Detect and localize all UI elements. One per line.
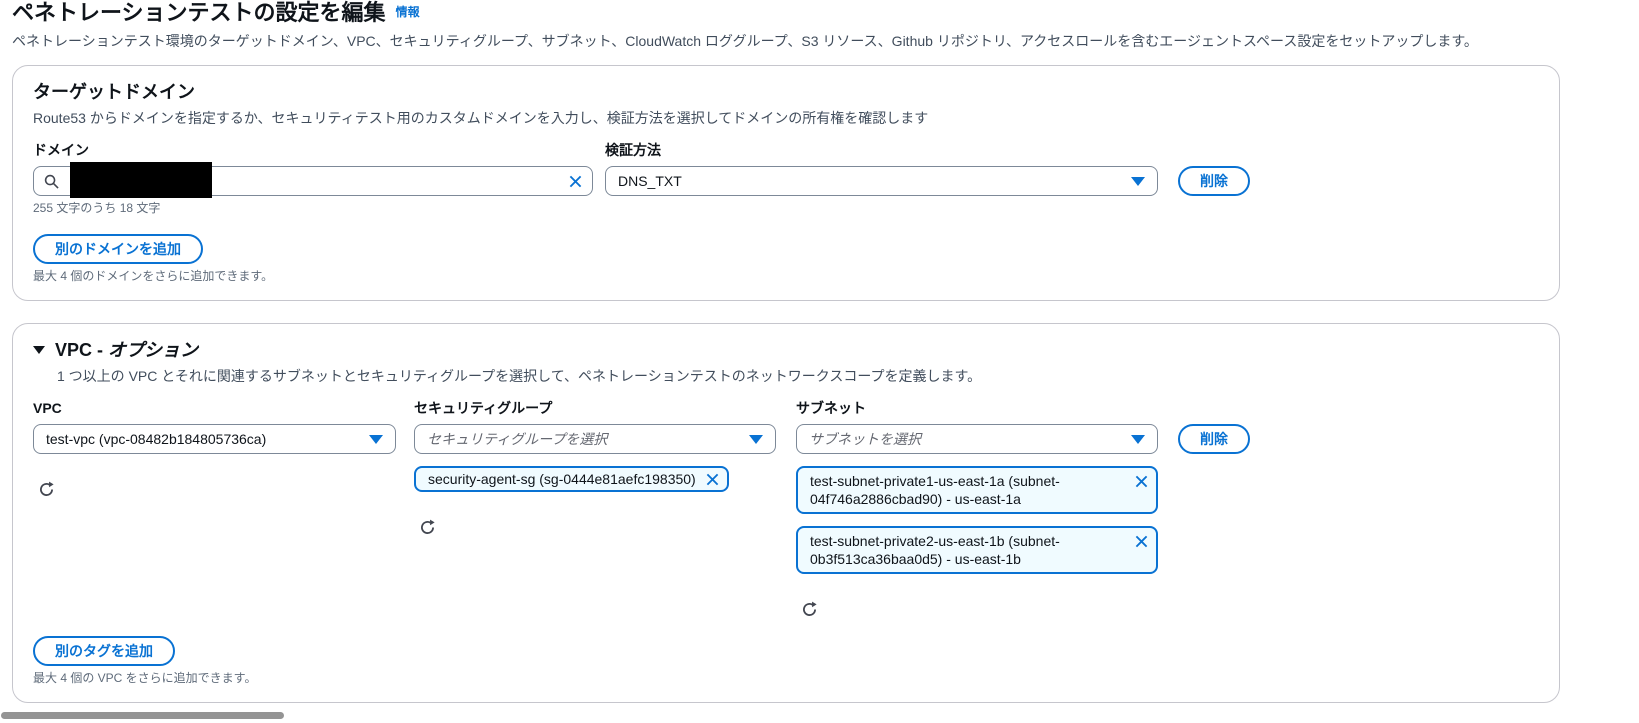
refresh-icon [803, 601, 817, 616]
search-icon [44, 174, 59, 189]
add-domain-hint: 最大 4 個のドメインをさらに追加できます。 [33, 269, 274, 283]
vpc-card: VPC - オプション 1 つ以上の VPC とそれに関連するサブネットとセキュ… [12, 323, 1560, 703]
security-group-refresh-button[interactable] [419, 519, 436, 536]
subnet-refresh-button[interactable] [801, 601, 818, 618]
vpc-section-header: VPC - オプション [33, 338, 1539, 362]
vpc-selected-value: test-vpc (vpc-08482b184805736ca) [46, 431, 267, 447]
subnet-token-1-label: test-subnet-private1-us-east-1a (subnet-… [810, 473, 1060, 507]
domain-input[interactable] [33, 162, 593, 198]
domain-form-row: ドメイン 255 文字のうち 18 文字 検証方法 DNS_TXT 削除 [33, 140, 1539, 216]
vpc-title-main: VPC - [55, 340, 109, 360]
clear-domain-icon[interactable] [569, 175, 582, 188]
collapse-triangle-icon[interactable] [33, 346, 45, 354]
add-vpc-button[interactable]: 別のタグを追加 [33, 636, 175, 666]
refresh-icon [40, 481, 54, 496]
vpc-section-description: 1 つ以上の VPC とそれに関連するサブネットとセキュリティグループを選択して… [57, 368, 982, 384]
domain-label: ドメイン [33, 142, 89, 158]
target-domain-title: ターゲットドメイン [33, 82, 195, 102]
page-title-text: ペネトレーションテストの設定を編集 [12, 0, 386, 25]
domain-char-count: 255 文字のうち 18 文字 [33, 201, 161, 215]
page-title: ペネトレーションテストの設定を編集 情報 [12, 0, 1627, 28]
subnet-token-1: test-subnet-private1-us-east-1a (subnet-… [796, 466, 1158, 514]
chevron-down-icon [369, 434, 383, 444]
subnet-token-2-label: test-subnet-private2-us-east-1b (subnet-… [810, 533, 1060, 567]
security-group-placeholder: セキュリティグループを選択 [427, 431, 608, 447]
subnet-placeholder: サブネットを選択 [809, 431, 921, 447]
remove-security-group-icon[interactable] [706, 473, 719, 486]
vpc-refresh-button[interactable] [38, 481, 55, 498]
target-domain-description: Route53 からドメインを指定するか、セキュリティテスト用のカスタムドメイン… [33, 110, 929, 126]
remove-subnet-1-icon[interactable] [1135, 475, 1148, 488]
security-group-token-label: security-agent-sg (sg-0444e81aefc198350) [428, 471, 696, 487]
subnet-token-2: test-subnet-private2-us-east-1b (subnet-… [796, 526, 1158, 574]
target-domain-card: ターゲットドメイン Route53 からドメインを指定するか、セキュリティテスト… [12, 65, 1560, 301]
verification-label: 検証方法 [605, 142, 661, 158]
add-vpc-hint: 最大 4 個の VPC をさらに追加できます。 [33, 671, 257, 685]
verification-select[interactable]: DNS_TXT [605, 166, 1158, 196]
verification-value: DNS_TXT [618, 173, 682, 189]
delete-vpc-button[interactable]: 削除 [1178, 424, 1250, 454]
security-group-select[interactable]: セキュリティグループを選択 [414, 424, 776, 454]
security-group-label: セキュリティグループ [414, 400, 553, 416]
chevron-down-icon [1131, 176, 1145, 186]
page-description: ペネトレーションテスト環境のターゲットドメイン、VPC、セキュリティグループ、サ… [12, 33, 1478, 49]
delete-domain-button[interactable]: 削除 [1178, 166, 1250, 196]
vpc-select[interactable]: test-vpc (vpc-08482b184805736ca) [33, 424, 396, 454]
subnet-select[interactable]: サブネットを選択 [796, 424, 1158, 454]
chevron-down-icon [1131, 434, 1145, 444]
horizontal-scrollbar-thumb[interactable] [1, 712, 284, 719]
vpc-form-row: VPC test-vpc (vpc-08482b184805736ca) セキュ… [33, 398, 1539, 618]
redacted-domain-value [70, 162, 212, 198]
add-domain-button[interactable]: 別のドメインを追加 [33, 234, 203, 264]
security-group-token: security-agent-sg (sg-0444e81aefc198350) [414, 466, 729, 492]
remove-subnet-2-icon[interactable] [1135, 535, 1148, 548]
vpc-section-title: VPC - オプション [55, 338, 198, 362]
chevron-down-icon [749, 434, 763, 444]
info-link[interactable]: 情報 [396, 5, 420, 19]
page: ペネトレーションテストの設定を編集 情報 ペネトレーションテスト環境のターゲットド… [0, 0, 1639, 723]
vpc-label: VPC [33, 400, 62, 416]
vpc-title-optional: オプション [108, 340, 199, 360]
refresh-icon [421, 519, 435, 534]
subnet-label: サブネット [796, 400, 866, 416]
